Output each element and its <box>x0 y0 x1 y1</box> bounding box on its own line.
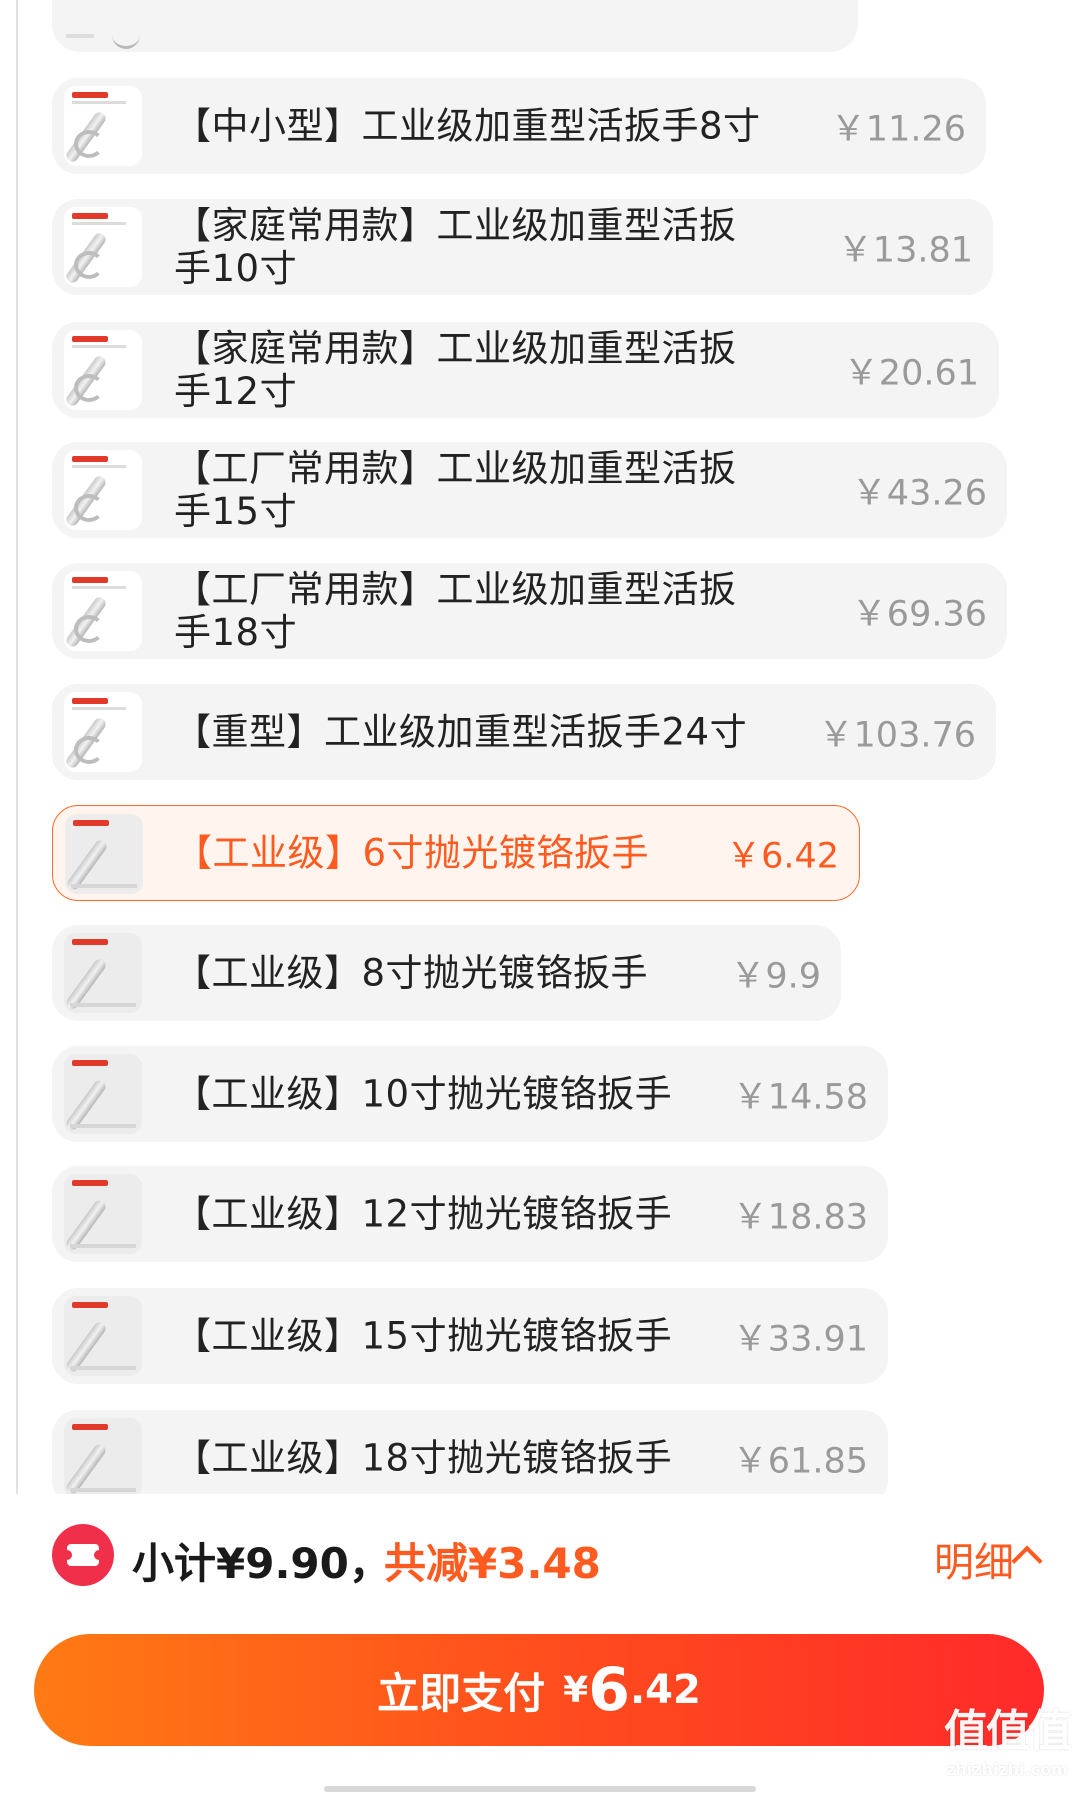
thumb-spec-table <box>70 1124 136 1128</box>
product-thumbnail <box>64 933 142 1013</box>
thumb-spec-table <box>70 1244 136 1248</box>
wrench-jaw-icon <box>74 615 104 643</box>
wrench-jaw-icon <box>74 130 104 158</box>
pay-label: 立即支付 <box>377 1668 546 1718</box>
product-thumbnail <box>64 692 142 772</box>
subtotal-text: 小计¥9.90， <box>132 1539 391 1588</box>
partial-wrench-icon <box>112 22 140 49</box>
option-price: ￥103.76 <box>818 715 976 756</box>
thumb-size-tag <box>72 1180 108 1186</box>
thumb-caption <box>72 345 126 348</box>
option-price: ￥6.42 <box>726 836 839 877</box>
option-name: 【家庭常用款】工业级加重型活扳 手12寸 <box>174 327 737 413</box>
checkout-footer: 小计¥9.90， 共减¥3.48 明细 立即支付 ¥ 6 .42 值值值 zhi… <box>0 1494 1080 1793</box>
option-price: ￥9.9 <box>730 956 821 997</box>
ticket-icon <box>62 1544 104 1566</box>
product-thumbnail <box>64 330 142 410</box>
option-name: 【工业级】8寸抛光镀铬扳手 <box>174 951 649 995</box>
option-name: 【中小型】工业级加重型活扳手8寸 <box>174 104 761 148</box>
product-thumbnail <box>64 1296 142 1376</box>
thumb-size-tag <box>72 939 108 945</box>
thumb-caption <box>72 101 126 104</box>
thumb-spec-table <box>70 1003 136 1007</box>
thumb-brand-tag <box>72 456 108 462</box>
option-price: ￥61.85 <box>732 1441 868 1482</box>
wrench-jaw-icon <box>74 736 104 764</box>
thumb-size-tag <box>72 1302 108 1308</box>
option-price: ￥43.26 <box>851 473 987 514</box>
option-card[interactable]: 【工业级】10寸抛光镀铬扳手 ￥14.58 <box>52 1046 888 1142</box>
option-price: ￥13.81 <box>837 230 973 271</box>
home-indicator[interactable] <box>324 1786 756 1792</box>
option-card[interactable]: 【家庭常用款】工业级加重型活扳 手10寸 ￥13.81 <box>52 199 993 295</box>
option-name: 【工业级】12寸抛光镀铬扳手 <box>174 1192 673 1236</box>
thumb-caption <box>72 586 126 589</box>
option-name: 【工厂常用款】工业级加重型活扳 手18寸 <box>174 568 737 654</box>
thumb-brand-tag <box>72 213 108 219</box>
thumb-brand-tag <box>72 698 108 704</box>
wrench-icon <box>64 1442 108 1494</box>
product-thumbnail <box>64 1418 142 1494</box>
thumb-caption <box>72 707 126 710</box>
thumb-brand-tag <box>72 336 108 342</box>
option-name: 【家庭常用款】工业级加重型活扳 手10寸 <box>174 204 737 290</box>
option-name: 【工业级】15寸抛光镀铬扳手 <box>174 1314 673 1358</box>
partial-option-card[interactable] <box>52 0 858 52</box>
option-card[interactable]: 【重型】工业级加重型活扳手24寸 ￥103.76 <box>52 684 996 780</box>
option-name: 【工业级】6寸抛光镀铬扳手 <box>175 831 650 875</box>
detail-button[interactable]: 明细 <box>934 1530 1014 1588</box>
product-thumbnail <box>65 814 143 894</box>
option-card-selected[interactable]: 【工业级】6寸抛光镀铬扳手 ￥6.42 <box>52 805 860 901</box>
option-card[interactable]: 【工厂常用款】工业级加重型活扳 手15寸 ￥43.26 <box>52 442 1007 538</box>
thumb-caption <box>72 465 126 468</box>
option-name: 【工业级】10寸抛光镀铬扳手 <box>174 1072 673 1116</box>
option-card[interactable]: 【工厂常用款】工业级加重型活扳 手18寸 ￥69.36 <box>52 563 1007 659</box>
site-watermark: 值值值 zhizhizhi.com <box>944 1706 1072 1779</box>
watermark-logo: 值值值 <box>944 1706 1072 1757</box>
option-price: ￥11.26 <box>830 109 966 150</box>
option-card[interactable]: 【工业级】15寸抛光镀铬扳手 ￥33.91 <box>52 1288 888 1384</box>
thumb-spec-table <box>70 1366 136 1370</box>
partial-thumbnail <box>66 34 94 38</box>
wrench-jaw-icon <box>74 374 104 402</box>
thumb-brand-tag <box>72 577 108 583</box>
coupon-icon <box>52 1524 114 1586</box>
product-thumbnail <box>64 1174 142 1254</box>
chevron-up-icon[interactable] <box>1011 1545 1043 1577</box>
product-option-list: 【中小型】工业级加重型活扳手8寸 ￥11.26 【家庭常用款】工业级加重型活扳 … <box>0 0 1080 1494</box>
option-price: ￥33.91 <box>732 1319 868 1360</box>
thumb-spec-table <box>70 1488 136 1492</box>
product-thumbnail <box>64 86 142 166</box>
product-thumbnail <box>64 1054 142 1134</box>
option-card[interactable]: 【工业级】8寸抛光镀铬扳手 ￥9.9 <box>52 925 841 1021</box>
product-thumbnail <box>64 450 142 530</box>
watermark-url: zhizhizhi.com <box>946 1760 1068 1779</box>
product-thumbnail <box>64 207 142 287</box>
wrench-jaw-icon <box>74 494 104 522</box>
option-name: 【重型】工业级加重型活扳手24寸 <box>174 710 748 754</box>
option-price: ￥18.83 <box>732 1197 868 1238</box>
option-price: ￥69.36 <box>851 594 987 635</box>
thumb-brand-tag <box>72 92 108 98</box>
thumb-caption <box>72 222 126 225</box>
wrench-jaw-icon <box>74 251 104 279</box>
option-price: ￥14.58 <box>732 1077 868 1118</box>
pay-amount-integer: 6 <box>588 1655 630 1725</box>
thumb-size-tag <box>72 1424 108 1430</box>
option-price: ￥20.61 <box>843 353 979 394</box>
thumb-spec-table <box>71 884 137 888</box>
option-name: 【工业级】18寸抛光镀铬扳手 <box>174 1436 673 1480</box>
option-card[interactable]: 【家庭常用款】工业级加重型活扳 手12寸 ￥20.61 <box>52 322 999 418</box>
product-thumbnail <box>64 571 142 651</box>
option-card[interactable]: 【中小型】工业级加重型活扳手8寸 ￥11.26 <box>52 78 986 174</box>
thumb-size-tag <box>72 1060 108 1066</box>
option-card[interactable]: 【工业级】18寸抛光镀铬扳手 ￥61.85 <box>52 1410 888 1494</box>
pay-amount-decimal: .42 <box>629 1667 701 1713</box>
thumb-size-tag <box>73 820 109 826</box>
option-card[interactable]: 【工业级】12寸抛光镀铬扳手 ￥18.83 <box>52 1166 888 1262</box>
discount-text: 共减¥3.48 <box>384 1539 601 1588</box>
pay-now-button[interactable]: 立即支付 ¥ 6 .42 <box>34 1634 1044 1746</box>
option-name: 【工厂常用款】工业级加重型活扳 手15寸 <box>174 447 737 533</box>
pay-currency: ¥ <box>563 1669 589 1711</box>
